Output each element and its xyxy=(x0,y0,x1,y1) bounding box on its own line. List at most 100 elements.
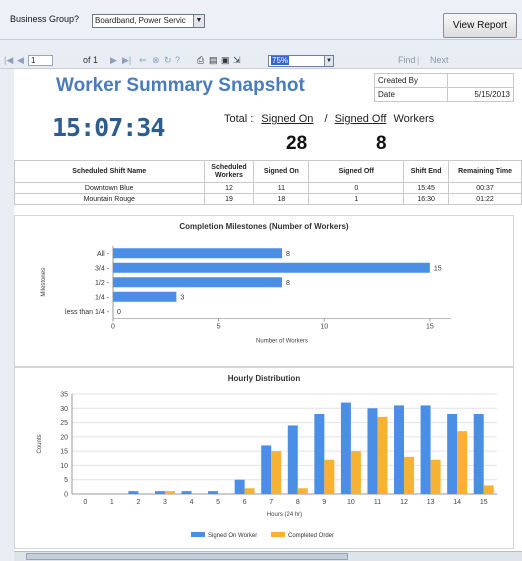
x-tick-label: 4 xyxy=(190,499,194,506)
signed-on-label: Signed On xyxy=(261,113,314,125)
column-header: Scheduled Shift Name xyxy=(14,160,205,183)
last-page-icon[interactable]: ▶| xyxy=(122,54,131,66)
help-icon[interactable]: ? xyxy=(175,54,180,66)
next-link[interactable]: Next xyxy=(430,54,449,66)
y-tick-label: All - xyxy=(97,251,110,258)
business-group-value: Boardband, Power Servic xyxy=(95,16,186,25)
y-tick-label: 30 xyxy=(60,406,68,413)
bar xyxy=(287,425,298,494)
bar xyxy=(113,248,282,259)
milestones-chart-panel: Completion Milestones (Number of Workers… xyxy=(14,215,514,367)
zoom-value: 75% xyxy=(271,56,290,65)
bar xyxy=(447,414,458,494)
milestones-chart: 0 5 10 15 All - 8 3/4 - 15 1/2 - 8 1/4 - 3 less than… xyxy=(41,246,451,345)
x-tick-label: 5 xyxy=(217,324,221,331)
page-setup-icon[interactable]: ▣ xyxy=(221,54,230,66)
x-tick-label: 13 xyxy=(427,499,435,506)
column-header: Remaining Time xyxy=(448,160,522,183)
first-page-icon[interactable]: |◀ xyxy=(4,54,13,66)
x-tick-label: 11 xyxy=(374,499,381,506)
table-cell: 18 xyxy=(253,193,310,205)
back-icon[interactable]: ⇐ xyxy=(139,54,147,66)
bar xyxy=(128,491,139,494)
bar xyxy=(377,416,388,494)
report-meta-table: Created By Date 5/15/2013 xyxy=(374,73,515,102)
bar xyxy=(324,459,335,494)
zoom-select[interactable]: 75% ▼ xyxy=(268,55,334,67)
stop-icon[interactable]: ⊗ xyxy=(152,54,160,66)
bar xyxy=(181,491,192,494)
x-tick-label: 5 xyxy=(216,499,220,506)
y-tick-label: 25 xyxy=(60,420,68,427)
created-by-value xyxy=(446,73,515,88)
data-label: 15 xyxy=(434,265,442,272)
y-tick-label: 15 xyxy=(60,449,68,456)
print-layout-icon[interactable]: ▤ xyxy=(209,54,218,66)
totals-line: Total : Signed On / Signed Off Workers xyxy=(224,113,434,125)
date-label: Date xyxy=(374,87,448,102)
table-row: Mountain Rouge 19 18 1 16:30 01:22 xyxy=(14,193,522,205)
signed-off-label: Signed Off xyxy=(334,113,387,125)
bar xyxy=(297,488,308,494)
table-cell: Downtown Blue xyxy=(14,182,205,194)
find-separator: | xyxy=(417,55,420,65)
y-tick-label: 1/4 - xyxy=(95,294,110,301)
bar xyxy=(113,262,430,273)
x-tick-label: 9 xyxy=(322,499,326,506)
y-tick-label: 20 xyxy=(60,434,68,441)
x-tick-label: 14 xyxy=(453,499,461,506)
signed-off-total: 8 xyxy=(376,133,387,154)
scrollbar-thumb[interactable] xyxy=(26,553,348,560)
x-tick-label: 15 xyxy=(426,324,434,331)
table-cell: Mountain Rouge xyxy=(14,193,205,205)
data-label: 8 xyxy=(286,251,290,258)
bar xyxy=(164,491,175,494)
data-label: 0 xyxy=(117,309,121,316)
refresh-icon[interactable]: ↻ xyxy=(164,54,172,66)
bar xyxy=(314,414,325,494)
chevron-down-icon[interactable]: ▼ xyxy=(193,15,204,27)
table-cell: 00:37 xyxy=(448,182,522,194)
next-page-icon[interactable]: ▶ xyxy=(110,54,117,66)
x-tick-label: 12 xyxy=(400,499,408,506)
y-tick-label: 0 xyxy=(64,492,68,499)
x-tick-label: 1 xyxy=(110,499,114,506)
bar xyxy=(420,405,431,494)
x-axis-label: Number of Workers xyxy=(256,339,308,345)
bar xyxy=(113,291,177,302)
horizontal-scrollbar[interactable] xyxy=(14,551,522,561)
print-icon[interactable]: ⎙ xyxy=(197,54,204,66)
y-tick-label: 10 xyxy=(60,463,68,470)
column-header: Signed On xyxy=(253,160,310,183)
report-title: Worker Summary Snapshot xyxy=(56,75,305,96)
view-report-button[interactable]: View Report xyxy=(443,13,517,38)
y-tick-label: less than 1/4 - xyxy=(65,309,110,316)
previous-page-icon[interactable]: ◀ xyxy=(17,54,24,66)
legend-swatch xyxy=(191,532,205,537)
x-tick-label: 0 xyxy=(83,499,87,506)
page-number-input[interactable]: 1 xyxy=(28,55,53,66)
bar xyxy=(208,491,219,494)
table-cell: 19 xyxy=(203,193,255,205)
current-time: 15:07:34 xyxy=(52,113,165,142)
hourly-chart-panel: Hourly Distribution 0 5 10 15 20 25 30 35 0 1 2 3 4 5… xyxy=(14,367,514,549)
y-tick-label: 1/2 - xyxy=(95,280,110,287)
legend-label: Signed On Worker xyxy=(208,533,257,539)
bar xyxy=(350,451,361,494)
bar xyxy=(430,459,441,494)
column-header: Shift End xyxy=(403,160,450,183)
shift-table: Scheduled Shift Name Scheduled Workers S… xyxy=(14,160,522,205)
bar xyxy=(394,405,405,494)
business-group-select[interactable]: Boardband, Power Servic ▼ xyxy=(92,14,205,28)
x-axis-label: Hours (24 hr) xyxy=(267,512,302,518)
find-link[interactable]: Find xyxy=(398,54,416,66)
x-tick-label: 3 xyxy=(163,499,167,506)
bar xyxy=(154,491,165,494)
x-tick-label: 10 xyxy=(320,324,328,331)
total-label: Total : xyxy=(224,113,254,125)
chevron-down-icon[interactable]: ▼ xyxy=(324,56,333,66)
page-count: of 1 xyxy=(83,55,99,65)
report-toolbar: |◀ ◀ of 1 ▶ ▶| ⇐ ⊗ ↻ ? ⎙ ▤ ▣ ⇲ Find | Ne… xyxy=(0,52,522,69)
bar xyxy=(261,445,272,494)
export-icon[interactable]: ⇲ xyxy=(233,54,241,66)
